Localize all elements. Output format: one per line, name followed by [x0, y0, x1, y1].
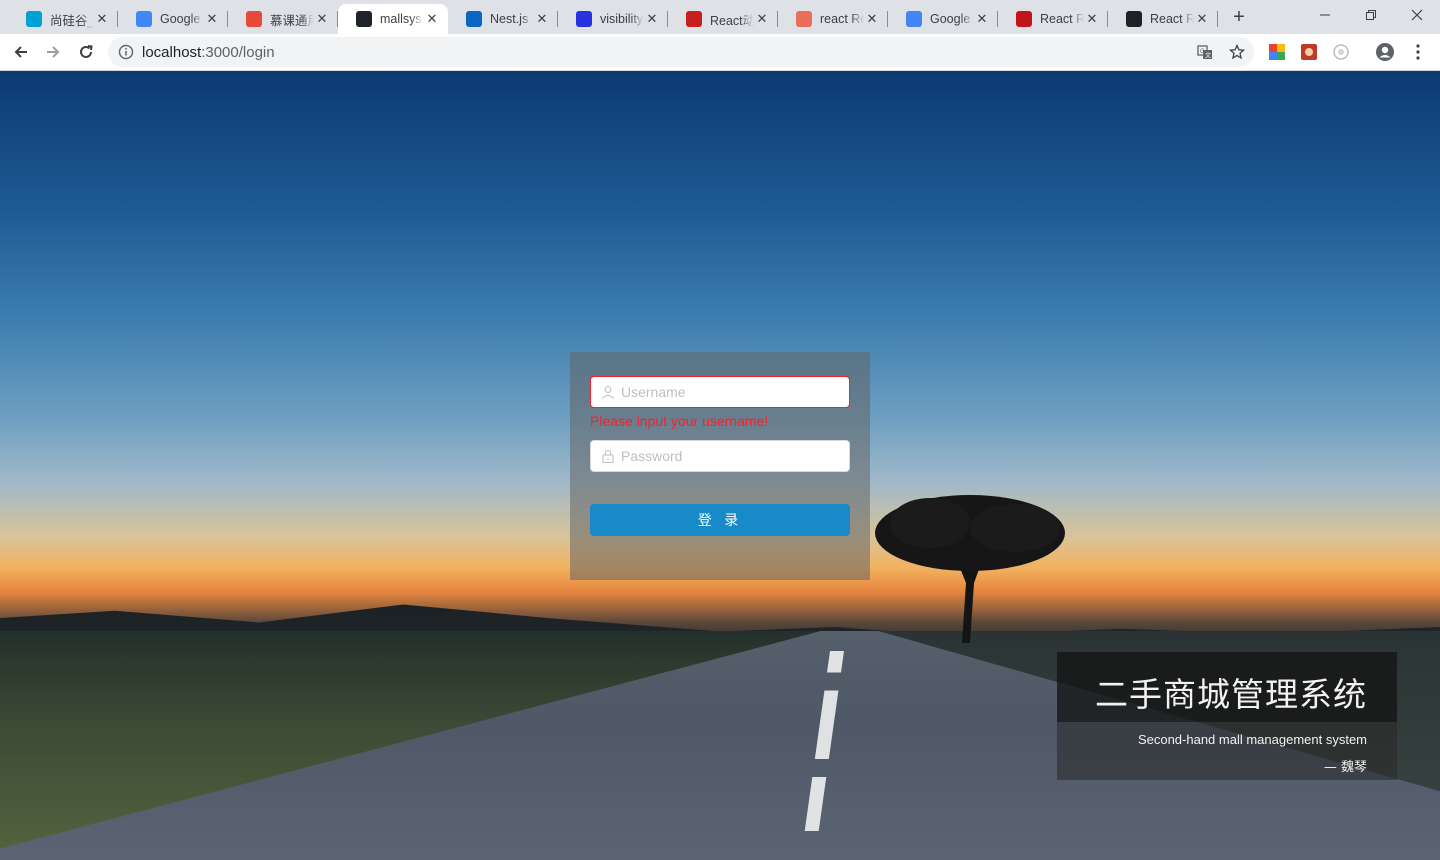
tab-title: 慕课通用: [270, 13, 314, 28]
author-credit: — 魏琴: [1323, 760, 1367, 775]
lock-icon: [602, 449, 614, 463]
username-field[interactable]: [590, 376, 850, 408]
browser-tab[interactable]: React R ✕: [998, 4, 1108, 34]
tab-title: mallsys: [380, 12, 422, 26]
back-arrow-icon: [14, 46, 27, 58]
browser-tab[interactable]: Google ✕: [118, 4, 228, 34]
react-icon: [356, 11, 372, 27]
baidu-icon: [576, 11, 592, 27]
system-title: 二手商城管理系统: [1095, 675, 1367, 714]
translate-button[interactable]: G文: [1195, 42, 1215, 62]
tab-close-icon[interactable]: ✕: [644, 11, 660, 27]
system-subtitle: Second-hand mall management system: [1137, 732, 1367, 747]
tab-close-icon[interactable]: ✕: [1084, 11, 1100, 27]
tab-title: Google: [930, 12, 971, 26]
extension-grey-icon: [1333, 44, 1349, 60]
extension-button[interactable]: [1299, 42, 1319, 62]
tab-close-icon[interactable]: ✕: [754, 11, 770, 27]
tab-close-icon[interactable]: ✕: [864, 11, 880, 27]
box-icon: [1126, 11, 1142, 27]
star-icon: [1229, 44, 1245, 60]
account-circle-icon: [1376, 43, 1394, 61]
browser-tab[interactable]: React动 ✕: [668, 4, 778, 34]
password-input[interactable]: [621, 441, 841, 471]
jianshu-icon: [796, 11, 812, 27]
browser-tab[interactable]: 尚硅谷_ ✕: [8, 4, 118, 34]
more-vert-icon: [1416, 44, 1420, 60]
browser-tab[interactable]: visibility ✕: [558, 4, 668, 34]
extension-colorful-icon: [1269, 44, 1285, 60]
dots-icon: [1016, 11, 1032, 27]
title-banner: 二手商城管理系统: [1057, 652, 1397, 722]
extension-button[interactable]: [1267, 42, 1287, 62]
url-text: localhost:3000/login: [142, 44, 275, 61]
extension-red-icon: [1301, 44, 1317, 60]
browser-toolbar: localhost:3000/login G文: [0, 34, 1440, 71]
browser-tab[interactable]: Google ✕: [888, 4, 998, 34]
back-button[interactable]: [7, 38, 35, 66]
browser-tab[interactable]: mallsys ✕: [338, 4, 448, 34]
svg-text:文: 文: [1205, 52, 1211, 60]
login-button[interactable]: 登 录: [590, 504, 850, 536]
profile-button[interactable]: [1375, 42, 1395, 62]
tab-title: Nest.js: [490, 12, 529, 26]
background-tree: [875, 495, 1065, 643]
login-form: Please input your username! 登 录: [570, 352, 870, 580]
tab-close-icon[interactable]: ✕: [534, 11, 550, 27]
tab-separator: [1217, 11, 1218, 27]
tab-title: Google: [160, 12, 201, 26]
info-icon[interactable]: [118, 44, 134, 60]
google-translate-icon: [136, 11, 152, 27]
forward-arrow-icon: [47, 46, 60, 58]
menu-button[interactable]: [1408, 42, 1428, 62]
tab-close-icon[interactable]: ✕: [94, 11, 110, 27]
url-host: localhost: [142, 44, 202, 61]
subtitle-banner: Second-hand mall management system — 魏琴: [1057, 722, 1397, 780]
google-translate-icon: [906, 11, 922, 27]
extension-button[interactable]: [1331, 42, 1351, 62]
minimize-icon: [1320, 14, 1330, 16]
close-window-button[interactable]: [1394, 0, 1440, 30]
minimize-button[interactable]: [1302, 0, 1348, 30]
browser-tab[interactable]: Nest.js ✕: [448, 4, 558, 34]
forward-button[interactable]: [39, 38, 67, 66]
tab-title: React R: [1040, 12, 1084, 26]
restore-icon: [1366, 10, 1376, 20]
close-icon: [1411, 9, 1423, 21]
browser-tab[interactable]: react Re ✕: [778, 4, 888, 34]
browser-tab[interactable]: 慕课通用 ✕: [228, 4, 338, 34]
username-input[interactable]: [621, 377, 841, 407]
tab-title: React动: [710, 13, 754, 28]
url-path: :3000/login: [201, 44, 275, 61]
title-card: 二手商城管理系统 Second-hand mall management sys…: [1057, 652, 1397, 780]
tab-title: react Re: [820, 12, 864, 26]
password-field[interactable]: [590, 440, 850, 472]
new-tab-button[interactable]: +: [1227, 6, 1251, 30]
reload-icon: [80, 45, 93, 58]
browser-tab[interactable]: React R ✕: [1108, 4, 1218, 34]
restore-button[interactable]: [1348, 0, 1394, 30]
user-icon: [602, 385, 614, 399]
username-error-message: Please input your username!: [590, 413, 769, 429]
imooc-icon: [246, 11, 262, 27]
tab-title: visibility: [600, 12, 644, 26]
translate-icon: G文: [1197, 45, 1212, 60]
tab-close-icon[interactable]: ✕: [974, 11, 990, 27]
csdn-icon: [686, 11, 702, 27]
bilibili-icon: [26, 11, 42, 27]
tab-title: 尚硅谷_: [50, 13, 94, 28]
tab-title: React R: [1150, 12, 1194, 26]
tab-close-icon[interactable]: ✕: [314, 11, 330, 27]
reload-button[interactable]: [72, 38, 100, 66]
tab-close-icon[interactable]: ✕: [424, 11, 440, 27]
login-page: Please input your username! 登 录 二手商城管理系统…: [0, 71, 1440, 860]
nestjs-icon: [466, 11, 482, 27]
tab-strip: 尚硅谷_ ✕ Google ✕ 慕课通用 ✕ mallsys ✕ Nest.js ✕ visibil…: [0, 0, 1440, 34]
tab-close-icon[interactable]: ✕: [204, 11, 220, 27]
bookmark-button[interactable]: [1227, 42, 1247, 62]
address-bar[interactable]: localhost:3000/login G文: [108, 37, 1254, 67]
tab-close-icon[interactable]: ✕: [1194, 11, 1210, 27]
